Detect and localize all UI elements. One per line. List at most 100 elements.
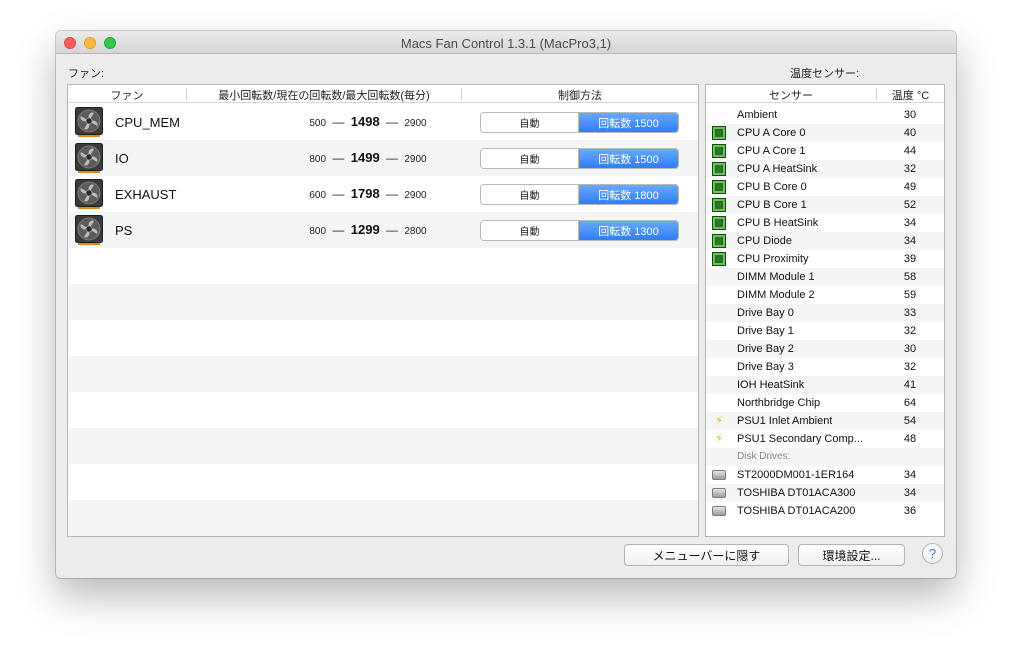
sensor-name: PSU1 Secondary Comp... bbox=[737, 433, 863, 445]
sensor-temperature: 41 bbox=[903, 379, 917, 391]
column-header-sensor[interactable]: センサー bbox=[706, 87, 876, 103]
sensor-name: CPU Proximity bbox=[737, 253, 809, 265]
fan-control-segmented: 自動 回転数 1800 bbox=[480, 184, 679, 205]
sensor-row[interactable]: Drive Bay 0 33 bbox=[706, 304, 944, 322]
fan-max-rpm: 2900 bbox=[404, 118, 427, 129]
sensor-row[interactable]: Ambient 30 bbox=[706, 106, 944, 124]
power-bolt-icon: ⚡︎ bbox=[715, 433, 723, 445]
dash-separator: — bbox=[386, 151, 399, 165]
preferences-button[interactable]: 環境設定... bbox=[798, 544, 905, 566]
sensor-row[interactable]: DIMM Module 2 59 bbox=[706, 286, 944, 304]
table-row-background bbox=[68, 500, 698, 536]
app-window: Macs Fan Control 1.3.1 (MacPro3,1) ファン: … bbox=[56, 31, 956, 578]
column-header-rpm[interactable]: 最小回転数/現在の回転数/最大回転数(毎分) bbox=[187, 87, 461, 103]
fan-name: EXHAUST bbox=[115, 187, 177, 202]
help-button[interactable]: ? bbox=[922, 543, 943, 564]
column-header-fan[interactable]: ファン bbox=[68, 87, 186, 103]
sensor-temperature: 32 bbox=[903, 163, 917, 175]
column-header-control[interactable]: 制御方法 bbox=[462, 87, 698, 103]
dash-separator: — bbox=[332, 115, 345, 129]
sensor-row[interactable]: DIMM Module 1 58 bbox=[706, 268, 944, 286]
hide-in-menubar-button[interactable]: メニューバーに隠す bbox=[624, 544, 789, 566]
column-header-temperature[interactable]: 温度 °C bbox=[877, 87, 944, 103]
sensor-row[interactable]: ⚡︎ PSU1 Secondary Comp... 48 bbox=[706, 430, 944, 448]
sensor-name: ST2000DM001-1ER164 bbox=[737, 469, 855, 481]
title-bar[interactable]: Macs Fan Control 1.3.1 (MacPro3,1) bbox=[56, 31, 956, 54]
sensor-row[interactable]: CPU B Core 1 52 bbox=[706, 196, 944, 214]
fan-current-rpm: 1798 bbox=[350, 186, 380, 201]
sensor-row[interactable]: CPU A Core 0 40 bbox=[706, 124, 944, 142]
fan-row[interactable]: EXHAUST 600 — 1798 — 2900 自動 回転数 1800 bbox=[68, 176, 698, 212]
custom-rpm-button[interactable]: 回転数 1800 bbox=[579, 185, 678, 204]
sensor-name: DIMM Module 2 bbox=[737, 289, 815, 301]
fan-table-header: ファン 最小回転数/現在の回転数/最大回転数(毎分) 制御方法 bbox=[68, 85, 698, 103]
sensor-temperature: 39 bbox=[903, 253, 917, 265]
window-title: Macs Fan Control 1.3.1 (MacPro3,1) bbox=[400, 36, 612, 51]
sensor-row[interactable]: Drive Bay 2 30 bbox=[706, 340, 944, 358]
table-row-background bbox=[68, 356, 698, 392]
fan-max-rpm: 2900 bbox=[404, 154, 427, 165]
cpu-chip-icon bbox=[712, 144, 726, 158]
cpu-chip-icon bbox=[712, 198, 726, 212]
sensor-row[interactable]: CPU A Core 1 44 bbox=[706, 142, 944, 160]
sensor-row[interactable]: ⚡︎ PSU1 Inlet Ambient 54 bbox=[706, 412, 944, 430]
sensor-temperature: 36 bbox=[903, 505, 917, 517]
fan-rpm-readout: 800 — 1299 — 2800 bbox=[218, 222, 518, 237]
sensor-name: DIMM Module 1 bbox=[737, 271, 815, 283]
fan-name: IO bbox=[115, 151, 129, 166]
auto-control-button[interactable]: 自動 bbox=[481, 113, 579, 132]
sensor-row[interactable]: IOH HeatSink 41 bbox=[706, 376, 944, 394]
fan-min-rpm: 500 bbox=[309, 118, 327, 129]
hard-disk-icon bbox=[712, 488, 726, 498]
sensor-name: CPU A HeatSink bbox=[737, 163, 818, 175]
sensor-row[interactable]: TOSHIBA DT01ACA300 34 bbox=[706, 484, 944, 502]
sensor-row[interactable]: CPU Diode 34 bbox=[706, 232, 944, 250]
fan-row[interactable]: CPU_MEM 500 — 1498 — 2900 自動 回転数 1500 bbox=[68, 104, 698, 140]
sensor-row[interactable]: CPU B HeatSink 34 bbox=[706, 214, 944, 232]
fan-icon bbox=[75, 179, 103, 209]
fan-max-rpm: 2900 bbox=[404, 190, 427, 201]
fans-section-label: ファン: bbox=[68, 68, 105, 80]
sensor-row[interactable]: Drive Bay 1 32 bbox=[706, 322, 944, 340]
fan-min-rpm: 600 bbox=[309, 190, 327, 201]
auto-control-button[interactable]: 自動 bbox=[481, 149, 579, 168]
fan-current-rpm: 1299 bbox=[350, 222, 380, 237]
sensor-row[interactable]: ST2000DM001-1ER164 34 bbox=[706, 466, 944, 484]
sensor-temperature: 59 bbox=[903, 289, 917, 301]
fan-current-rpm: 1499 bbox=[350, 150, 380, 165]
sensor-table-header: センサー 温度 °C bbox=[706, 85, 944, 103]
fan-row[interactable]: PS 800 — 1299 — 2800 自動 回転数 1300 bbox=[68, 212, 698, 248]
sensor-name: TOSHIBA DT01ACA300 bbox=[737, 487, 856, 499]
sensor-row[interactable]: Northbridge Chip 64 bbox=[706, 394, 944, 412]
sensor-temperature: 32 bbox=[903, 325, 917, 337]
fan-icon bbox=[75, 143, 103, 173]
auto-control-button[interactable]: 自動 bbox=[481, 185, 579, 204]
sensor-temperature: 34 bbox=[903, 469, 917, 481]
sensor-row[interactable]: Drive Bay 3 32 bbox=[706, 358, 944, 376]
sensor-row[interactable]: TOSHIBA DT01ACA200 36 bbox=[706, 502, 944, 520]
sensor-row[interactable]: CPU A HeatSink 32 bbox=[706, 160, 944, 178]
table-row-background bbox=[68, 464, 698, 500]
table-row-background bbox=[68, 392, 698, 428]
sensor-temperature: 30 bbox=[903, 109, 917, 121]
fan-icon bbox=[75, 215, 103, 245]
sensor-temperature: 58 bbox=[903, 271, 917, 283]
fan-row[interactable]: IO 800 — 1499 — 2900 自動 回転数 1500 bbox=[68, 140, 698, 176]
sensor-row[interactable]: CPU B Core 0 49 bbox=[706, 178, 944, 196]
fan-control-segmented: 自動 回転数 1500 bbox=[480, 112, 679, 133]
cpu-chip-icon bbox=[712, 126, 726, 140]
dash-separator: — bbox=[386, 223, 399, 237]
custom-rpm-button[interactable]: 回転数 1500 bbox=[579, 149, 678, 168]
fan-control-segmented: 自動 回転数 1500 bbox=[480, 148, 679, 169]
custom-rpm-button[interactable]: 回転数 1300 bbox=[579, 221, 678, 240]
sensor-table-body: Ambient 30 CPU A Core 0 40 CPU A Core 1 … bbox=[706, 106, 944, 520]
custom-rpm-button[interactable]: 回転数 1500 bbox=[579, 113, 678, 132]
sensor-temperature: 49 bbox=[903, 181, 917, 193]
sensor-name: Drive Bay 2 bbox=[737, 343, 794, 355]
table-row-background bbox=[68, 428, 698, 464]
sensor-table: センサー 温度 °C Ambient 30 CPU A Core 0 40 CP… bbox=[705, 84, 945, 537]
sensor-name: Ambient bbox=[737, 109, 778, 121]
sensor-row[interactable]: CPU Proximity 39 bbox=[706, 250, 944, 268]
auto-control-button[interactable]: 自動 bbox=[481, 221, 579, 240]
sensor-temperature: 34 bbox=[903, 487, 917, 499]
